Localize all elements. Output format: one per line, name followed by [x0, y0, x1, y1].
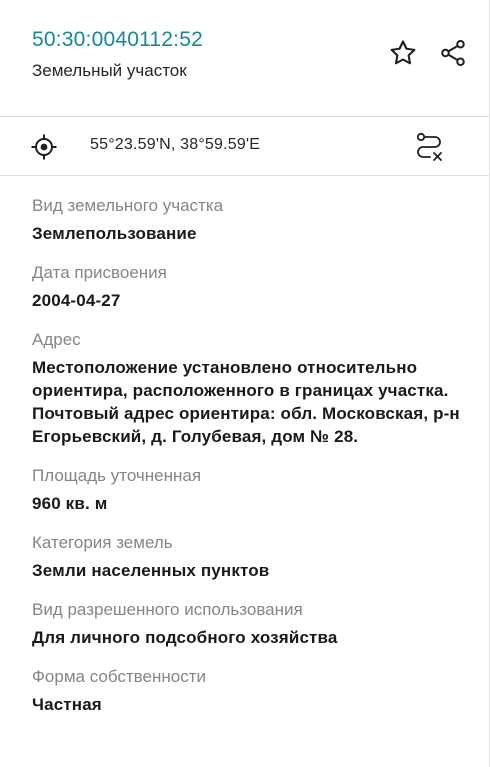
- field-label: Адрес: [32, 330, 81, 349]
- field-land-category: Категория земель Земли населенных пункто…: [32, 531, 469, 582]
- field-value: Для личного подсобного хозяйства: [32, 628, 338, 647]
- card-header: 50:30:0040112:52 Земельный участок: [0, 0, 489, 116]
- field-permitted-use: Вид разрешенного использования Для лично…: [32, 598, 469, 649]
- field-value: Частная: [32, 695, 102, 714]
- field-address: Адрес Местоположение установлено относит…: [32, 328, 469, 448]
- field-value: 960 кв. м: [32, 494, 108, 513]
- share-icon[interactable]: [436, 36, 470, 70]
- divider-bottom: [0, 175, 489, 176]
- field-value: 2004-04-27: [32, 291, 121, 310]
- field-plot-kind: Вид земельного участка Землепользование: [32, 194, 469, 245]
- field-area: Площадь уточненная 960 кв. м: [32, 464, 469, 515]
- field-assignment-date: Дата присвоения 2004-04-27: [32, 261, 469, 312]
- field-label: Дата присвоения: [32, 263, 167, 282]
- field-value: Земли населенных пунктов: [32, 561, 270, 580]
- coordinates-text[interactable]: 55°23.59'N, 38°59.59'E: [90, 136, 260, 154]
- coordinates-bar: 55°23.59'N, 38°59.59'E: [0, 117, 489, 175]
- field-label: Категория земель: [32, 533, 173, 552]
- locate-target-icon[interactable]: [30, 133, 58, 161]
- field-label: Форма собственности: [32, 667, 206, 686]
- field-label: Площадь уточненная: [32, 466, 202, 485]
- plot-details: Вид земельного участка Землепользование …: [32, 194, 469, 732]
- field-ownership-form: Форма собственности Частная: [32, 665, 469, 716]
- object-type: Земельный участок: [32, 61, 187, 80]
- star-icon[interactable]: [386, 36, 420, 70]
- field-label: Вид земельного участка: [32, 196, 224, 215]
- field-value: Землепользование: [32, 224, 197, 243]
- field-value: Местоположение установлено относительно …: [32, 358, 460, 446]
- cadastral-number[interactable]: 50:30:0040112:52: [32, 28, 203, 52]
- land-plot-card: 50:30:0040112:52 Земельный участок 55°23…: [0, 0, 490, 767]
- field-label: Вид разрешенного использования: [32, 600, 303, 619]
- route-icon[interactable]: [412, 130, 446, 164]
